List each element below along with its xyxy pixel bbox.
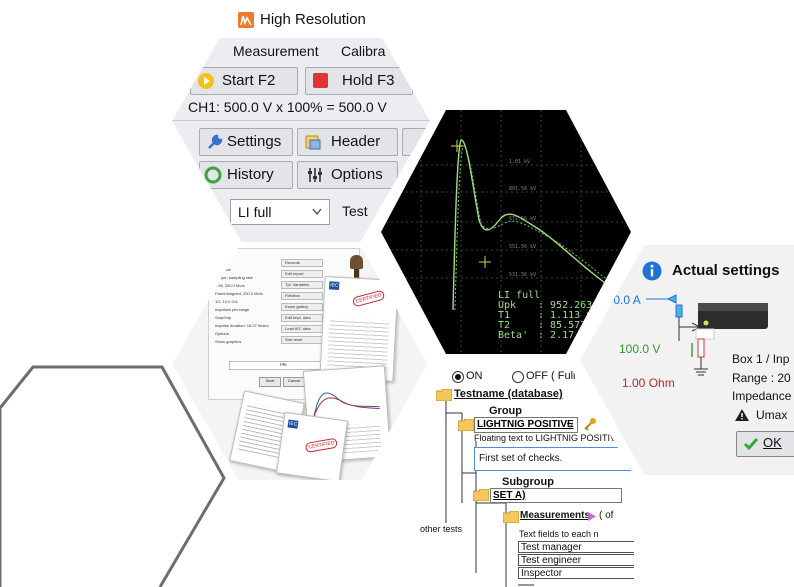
- outline-hexagon: [0, 365, 226, 587]
